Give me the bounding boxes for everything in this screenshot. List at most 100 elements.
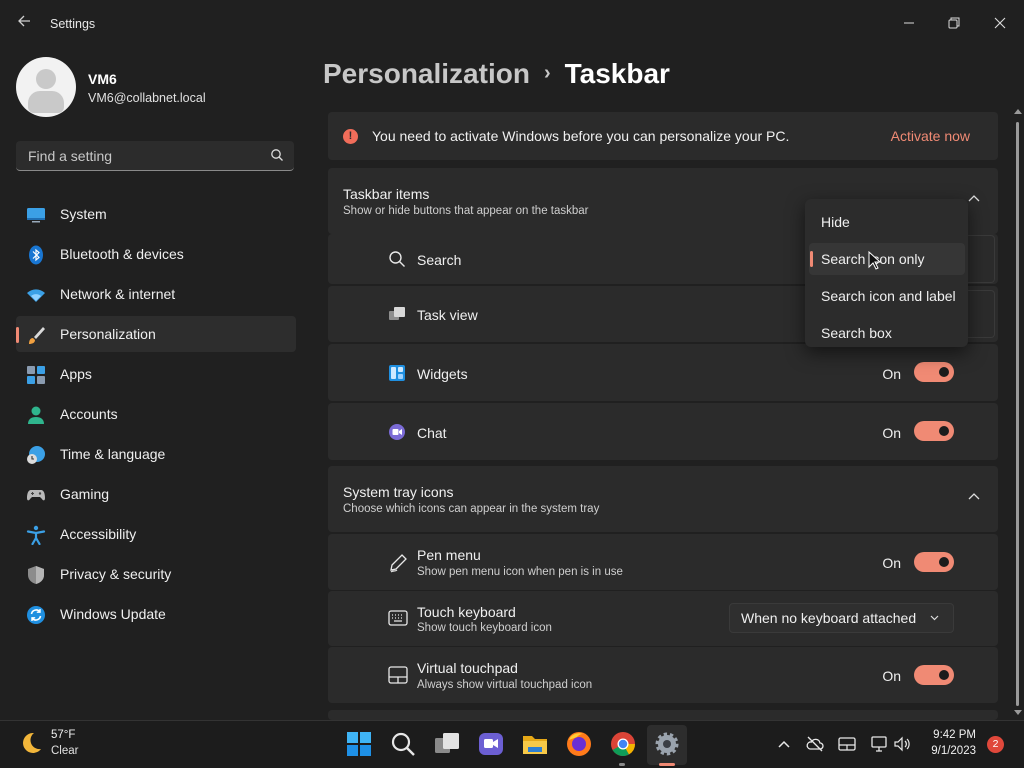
dropdown-value: When no keyboard attached	[741, 610, 917, 626]
tray-item-pen-menu: Pen menu Show pen menu icon when pen is …	[328, 534, 998, 590]
active-app-indicator	[659, 763, 675, 766]
toggle-state-label: On	[882, 366, 901, 382]
scroll-up-arrow-icon[interactable]	[1014, 108, 1022, 114]
chevron-up-icon[interactable]	[775, 735, 793, 753]
back-button[interactable]	[14, 14, 34, 34]
sidebar-item-apps[interactable]: Apps	[16, 356, 296, 392]
task-view-toggle-edge[interactable]	[967, 290, 995, 338]
gamepad-icon	[27, 490, 45, 501]
sidebar-item-time-language[interactable]: Time & language	[16, 436, 296, 472]
chat-icon[interactable]	[476, 729, 506, 759]
dropdown-option-hide[interactable]: Hide	[809, 206, 965, 238]
restore-button[interactable]	[932, 8, 976, 40]
breadcrumb-parent[interactable]: Personalization	[323, 58, 530, 89]
row-label: Task view	[417, 307, 478, 323]
clock-date[interactable]: 9/1/2023	[931, 745, 976, 757]
sidebar-item-privacy[interactable]: Privacy & security	[16, 556, 296, 592]
dropdown-option-search-icon-and-label[interactable]: Search icon and label	[809, 280, 965, 312]
weather-temperature: 57°F	[51, 729, 76, 741]
arrow-left-icon	[18, 15, 30, 27]
chevron-up-icon	[968, 493, 980, 500]
row-description: Show touch keyboard icon	[417, 622, 552, 634]
chevron-up-icon	[968, 195, 980, 202]
sidebar-item-windows-update[interactable]: Windows Update	[16, 596, 296, 632]
minimize-icon	[904, 22, 914, 24]
activation-banner: ! You need to activate Windows before yo…	[328, 112, 998, 160]
chrome-icon[interactable]	[608, 729, 638, 759]
sidebar-item-accessibility[interactable]: Accessibility	[16, 516, 296, 552]
task-view-icon[interactable]	[432, 729, 462, 759]
close-button[interactable]	[978, 8, 1022, 40]
minimize-button[interactable]	[887, 8, 931, 40]
firefox-icon[interactable]	[564, 729, 594, 759]
section-title: System tray icons	[343, 484, 454, 500]
content-scrollbar[interactable]	[1013, 108, 1023, 720]
dropdown-option-search-icon-only[interactable]: Search icon only	[809, 243, 965, 275]
sidebar-item-gaming[interactable]: Gaming	[16, 476, 296, 512]
shield-icon	[28, 566, 44, 584]
search-icon[interactable]	[388, 729, 418, 759]
file-explorer-icon[interactable]	[520, 729, 550, 759]
virtual-touchpad-toggle[interactable]	[914, 665, 954, 685]
sidebar-item-bluetooth[interactable]: Bluetooth & devices	[16, 236, 296, 272]
touch-keyboard-dropdown[interactable]: When no keyboard attached	[729, 603, 954, 633]
section-subtitle: Choose which icons can appear in the sys…	[343, 503, 600, 515]
system-icon	[27, 208, 45, 223]
network-icon[interactable]	[870, 735, 888, 753]
bluetooth-icon	[29, 245, 43, 265]
taskbar-item-widgets: Widgets On	[328, 344, 998, 401]
sidebar-item-system[interactable]: System	[16, 196, 296, 232]
clock-globe-icon	[27, 446, 45, 464]
pen-menu-toggle[interactable]	[914, 552, 954, 572]
chat-toggle[interactable]	[914, 421, 954, 441]
task-view-icon	[389, 307, 405, 320]
notification-badge[interactable]: 2	[987, 736, 1004, 753]
sidebar-item-network[interactable]: Network & internet	[16, 276, 296, 312]
clock-time[interactable]: 9:42 PM	[933, 729, 976, 741]
onedrive-icon[interactable]	[806, 735, 824, 753]
apps-icon	[27, 366, 45, 384]
windows-taskbar: 57°F Clear 9:42 PM 9/1/2023 2	[0, 720, 1024, 768]
chat-icon	[389, 424, 405, 440]
row-label: Touch keyboard	[417, 604, 516, 620]
widgets-toggle[interactable]	[914, 362, 954, 382]
sidebar-item-label: Accounts	[60, 406, 118, 422]
activate-now-link[interactable]: Activate now	[891, 128, 970, 144]
breadcrumb-separator: ›	[543, 62, 551, 84]
volume-icon[interactable]	[893, 735, 911, 753]
tray-item-virtual-touchpad: Virtual touchpad Always show virtual tou…	[328, 647, 998, 703]
section-title: Taskbar items	[343, 186, 430, 202]
settings-gear-icon[interactable]	[652, 729, 682, 759]
sidebar-item-label: Time & language	[60, 446, 166, 462]
sidebar-item-label: Privacy & security	[60, 566, 172, 582]
scroll-down-arrow-icon[interactable]	[1014, 710, 1022, 716]
accessibility-icon	[26, 525, 46, 545]
next-section-edge	[328, 710, 998, 720]
settings-window: Settings VM6 VM6@collabnet.local System …	[0, 0, 1024, 720]
wifi-icon	[27, 289, 45, 302]
dropdown-option-search-box[interactable]: Search box	[809, 317, 965, 349]
row-description: Always show virtual touchpad icon	[417, 679, 593, 691]
find-setting-search[interactable]	[16, 141, 294, 171]
sidebar-item-label: Gaming	[60, 486, 110, 502]
weather-condition: Clear	[51, 745, 79, 757]
section-subtitle: Show or hide buttons that appear on the …	[343, 205, 589, 217]
keyboard-icon[interactable]	[838, 735, 856, 753]
banner-message: You need to activate Windows before you …	[372, 128, 790, 144]
window-title: Settings	[50, 17, 96, 31]
windows-start-icon[interactable]	[344, 729, 374, 759]
scroll-thumb[interactable]	[1016, 122, 1019, 706]
search-icon	[389, 251, 405, 267]
update-icon	[27, 606, 45, 624]
sidebar-item-personalization[interactable]: Personalization	[16, 316, 296, 352]
system-tray-header[interactable]: System tray icons Choose which icons can…	[328, 466, 998, 532]
row-description: Show pen menu icon when pen is in use	[417, 566, 623, 578]
running-app-indicator	[619, 763, 625, 766]
search-dropdown-edge[interactable]	[967, 235, 995, 283]
widgets-icon	[389, 365, 405, 381]
search-input[interactable]	[26, 147, 260, 165]
search-options-dropdown: Hide Search icon only Search icon and la…	[805, 199, 968, 347]
sidebar-item-accounts[interactable]: Accounts	[16, 396, 296, 432]
row-label: Virtual touchpad	[417, 660, 518, 676]
row-label: Chat	[417, 425, 447, 441]
